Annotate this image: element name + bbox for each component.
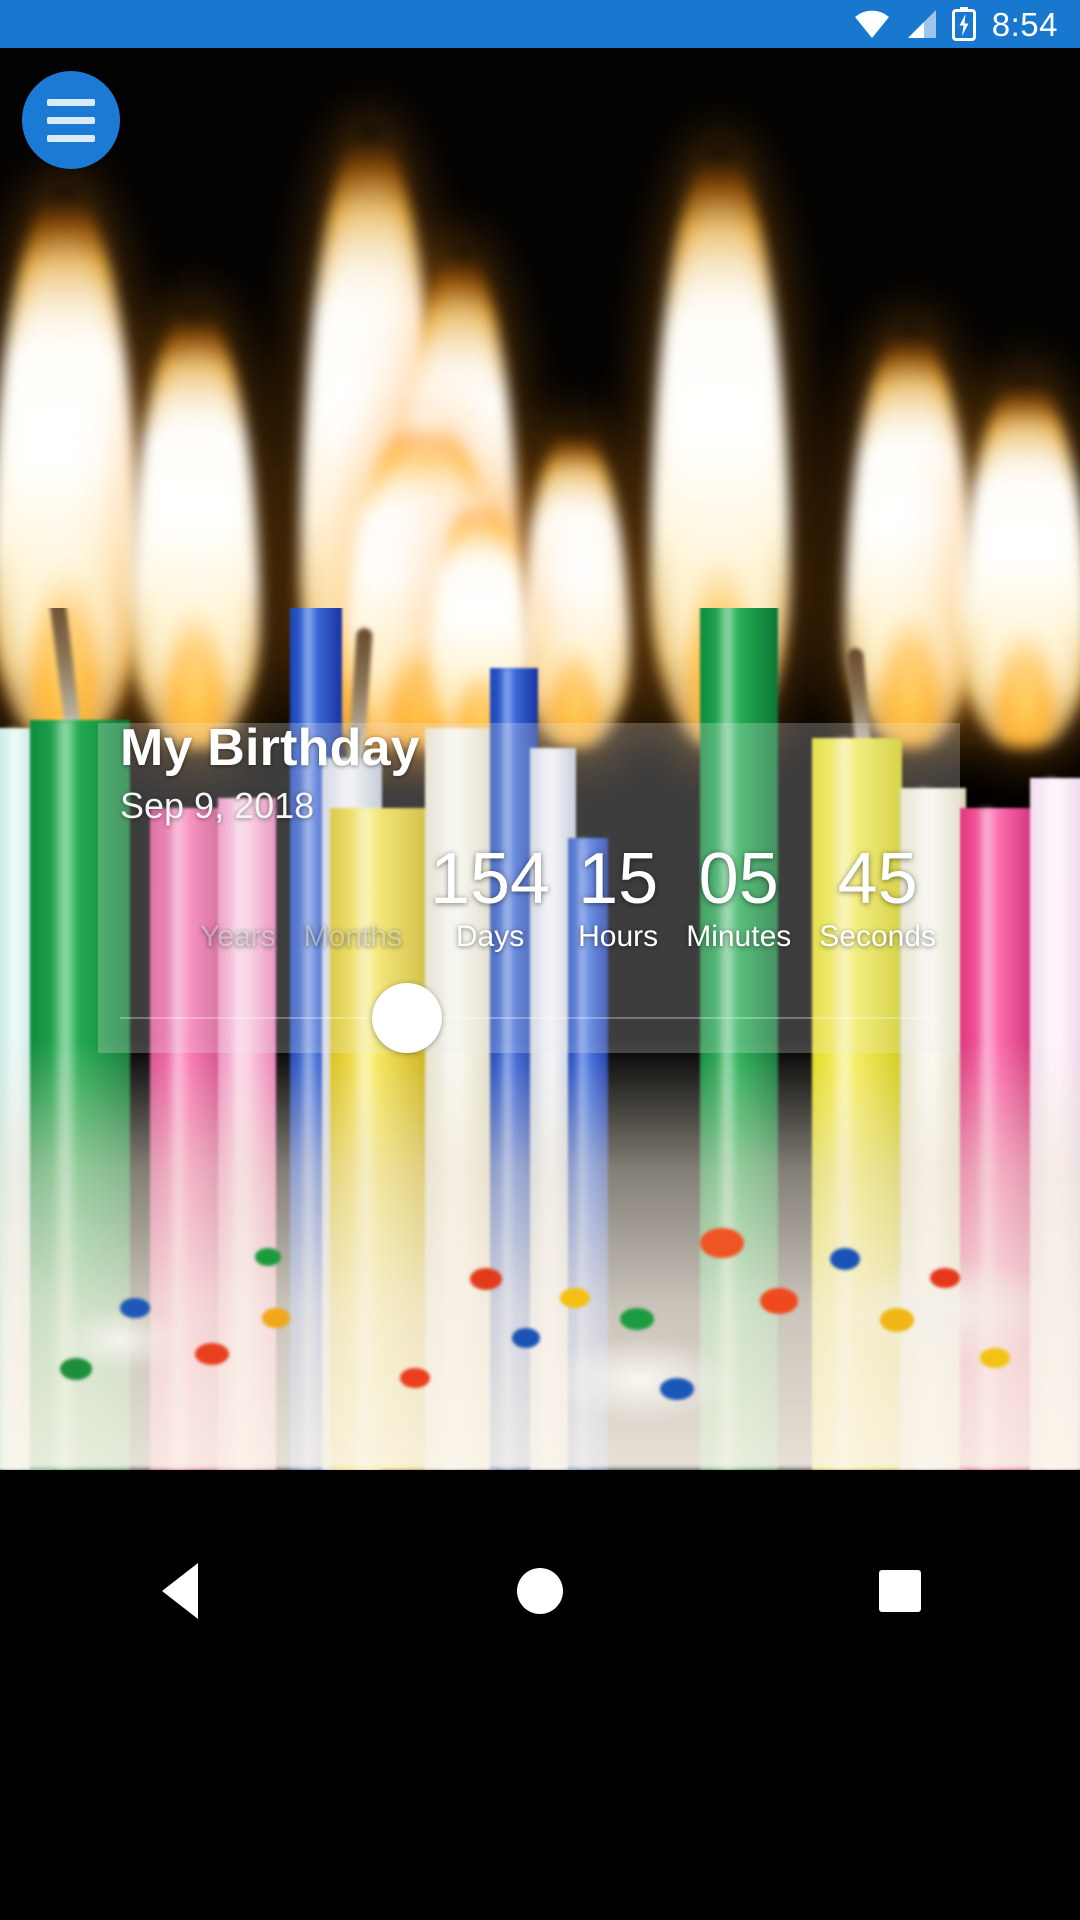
- cellular-signal-icon: [907, 10, 936, 38]
- status-bar-icons: [854, 7, 976, 41]
- event-card[interactable]: My Birthday Sep 9, 2018 Years Months 154…: [98, 719, 960, 1053]
- sprinkle: [880, 1308, 914, 1332]
- triangle-back-icon: [162, 1563, 198, 1619]
- countdown-value: 05: [698, 839, 779, 919]
- countdown-value: 45: [837, 839, 918, 919]
- countdown-label: Days: [455, 920, 525, 954]
- app-root: 8:54 My Birthday Sep 9, 2018 Years Month…: [0, 0, 1080, 1920]
- menu-button[interactable]: [22, 71, 120, 169]
- sprinkle: [60, 1358, 92, 1380]
- slider-thumb[interactable]: [372, 983, 442, 1053]
- countdown-unit-days: 154 Days: [416, 839, 564, 954]
- progress-slider[interactable]: [120, 983, 938, 1053]
- countdown-value: 15: [578, 839, 659, 919]
- status-bar: 8:54: [0, 0, 1080, 48]
- event-date: Sep 9, 2018: [120, 785, 315, 826]
- wifi-icon: [854, 10, 889, 38]
- sprinkle: [980, 1348, 1010, 1368]
- sprinkle: [120, 1298, 150, 1318]
- countdown-unit-minutes: 05 Minutes: [672, 839, 805, 954]
- android-nav-bar: [0, 1470, 1080, 1920]
- countdown-unit-seconds: 45 Seconds: [805, 839, 950, 954]
- countdown-unit-years: Years: [186, 916, 290, 954]
- sprinkle: [262, 1308, 290, 1328]
- battery-charging-icon: [951, 7, 976, 41]
- sprinkle: [830, 1248, 860, 1270]
- countdown-label: Seconds: [819, 920, 936, 954]
- countdown-label: Hours: [578, 920, 659, 954]
- cake-frosting: [0, 1040, 1080, 1470]
- countdown-unit-months: Months: [290, 916, 416, 954]
- sprinkle: [470, 1268, 502, 1290]
- countdown-label: Minutes: [686, 920, 792, 954]
- sprinkle: [512, 1328, 540, 1348]
- countdown-value: 154: [429, 839, 551, 919]
- sprinkle: [620, 1308, 654, 1330]
- sprinkle: [760, 1288, 798, 1314]
- back-button[interactable]: [110, 1548, 250, 1634]
- sprinkle: [560, 1288, 590, 1308]
- sprinkle: [195, 1343, 229, 1365]
- sprinkle: [660, 1378, 694, 1400]
- countdown-label: Years: [199, 920, 276, 954]
- slider-track: [120, 1017, 938, 1019]
- sprinkle: [930, 1268, 960, 1288]
- recents-button[interactable]: [830, 1548, 970, 1634]
- sprinkle: [255, 1248, 281, 1266]
- countdown-row: Years Months 154 Days 15 Hours 05 Minute…: [120, 839, 950, 954]
- countdown-label: Months: [303, 920, 402, 954]
- hamburger-menu-icon: [47, 116, 95, 124]
- sprinkle: [700, 1228, 744, 1258]
- sprinkle: [400, 1368, 430, 1388]
- square-recents-icon: [879, 1570, 921, 1612]
- hamburger-menu-icon: [47, 98, 95, 106]
- circle-home-icon: [517, 1568, 563, 1614]
- countdown-unit-hours: 15 Hours: [564, 839, 672, 954]
- hamburger-menu-icon: [47, 134, 95, 142]
- status-bar-clock: 8:54: [991, 5, 1058, 43]
- event-title: My Birthday: [120, 719, 420, 777]
- home-button[interactable]: [470, 1548, 610, 1634]
